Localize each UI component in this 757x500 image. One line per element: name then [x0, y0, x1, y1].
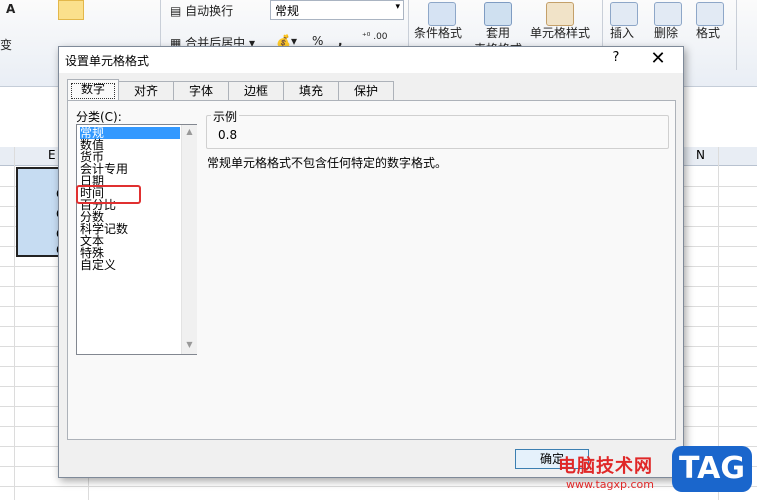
- number-tab-panel: 分类(C): 常规 数值 货币 会计专用 日期 时间 百分比 分数 科学记数 文…: [67, 100, 676, 440]
- conditional-format-icon[interactable]: [428, 2, 456, 26]
- sample-groupbox: [206, 115, 669, 149]
- watermark-logo: TAG: [672, 446, 752, 492]
- insert-icon[interactable]: [610, 2, 638, 26]
- percentage-highlight-box: [76, 185, 141, 204]
- dialog-title: 设置单元格格式: [65, 54, 150, 68]
- format-icon[interactable]: [696, 2, 724, 26]
- tab-label: 边框: [243, 84, 268, 98]
- dialog-titlebar[interactable]: 设置单元格格式 ? ✕: [59, 47, 683, 73]
- format-cells-dialog: 设置单元格格式 ? ✕ 数字 对齐 字体 边框 填充 保护 分类(C): 常规 …: [58, 46, 684, 478]
- format-description: 常规单元格格式不包含任何特定的数字格式。: [207, 156, 448, 170]
- category-label: 分类(C):: [76, 110, 122, 124]
- number-format-value: 常规: [275, 4, 300, 18]
- number-format-select[interactable]: 常规 ▾: [270, 0, 404, 20]
- wrap-text-button[interactable]: ▤ 自动换行: [170, 2, 233, 19]
- delete-button[interactable]: 删除: [654, 24, 678, 41]
- chevron-down-icon: ▾: [395, 2, 400, 12]
- tab-label: 填充: [298, 84, 323, 98]
- sample-label: 示例: [211, 108, 240, 125]
- category-scrollbar[interactable]: ▲ ▼: [181, 125, 197, 354]
- tab-label: 保护: [353, 84, 378, 98]
- insert-button[interactable]: 插入: [610, 24, 634, 41]
- watermark-site-name: 电脑技术网: [558, 456, 653, 477]
- tab-font[interactable]: 字体: [173, 81, 229, 100]
- conditional-format-button[interactable]: 条件格式: [414, 24, 462, 41]
- cell-styles-button[interactable]: 单元格样式: [530, 24, 590, 41]
- close-button[interactable]: ✕: [645, 49, 671, 71]
- format-button[interactable]: 格式: [696, 24, 720, 41]
- help-button[interactable]: ?: [605, 50, 627, 70]
- column-header-e[interactable]: E: [48, 148, 56, 162]
- scroll-up-icon[interactable]: ▲: [184, 127, 195, 137]
- ribbon-left-label: 变: [0, 38, 13, 52]
- tab-label: 字体: [188, 84, 213, 98]
- sample-value: 0.8: [218, 128, 238, 142]
- tab-border[interactable]: 边框: [228, 81, 284, 100]
- align-middle-button[interactable]: [58, 0, 84, 20]
- ribbon-separator: [736, 0, 737, 70]
- column-header-n[interactable]: N: [696, 148, 705, 162]
- align-bottom-button[interactable]: [84, 0, 110, 20]
- tab-focus-ring: [71, 83, 115, 99]
- orientation-button[interactable]: [112, 0, 138, 20]
- wrap-text-label: 自动换行: [185, 4, 234, 18]
- tab-alignment[interactable]: 对齐: [118, 81, 174, 100]
- watermark-url: www.tagxp.com: [566, 478, 654, 491]
- tab-protection[interactable]: 保护: [338, 81, 394, 100]
- tab-label: 对齐: [133, 84, 158, 98]
- font-color-icon[interactable]: A: [6, 2, 15, 16]
- table-format-icon[interactable]: [484, 2, 512, 26]
- category-listbox[interactable]: 常规 数值 货币 会计专用 日期 时间 百分比 分数 科学记数 文本 特殊 自定…: [76, 124, 197, 355]
- delete-icon[interactable]: [654, 2, 682, 26]
- scroll-down-icon[interactable]: ▼: [184, 340, 195, 350]
- cell-styles-icon[interactable]: [546, 2, 574, 26]
- watermark-logo-text: TAG: [679, 451, 745, 486]
- table-format-button[interactable]: 套用: [486, 24, 510, 41]
- tab-fill[interactable]: 填充: [283, 81, 339, 100]
- category-item-custom[interactable]: 自定义: [80, 259, 116, 271]
- increase-decimal-icon[interactable]: ⁺⁰ .00: [362, 32, 388, 42]
